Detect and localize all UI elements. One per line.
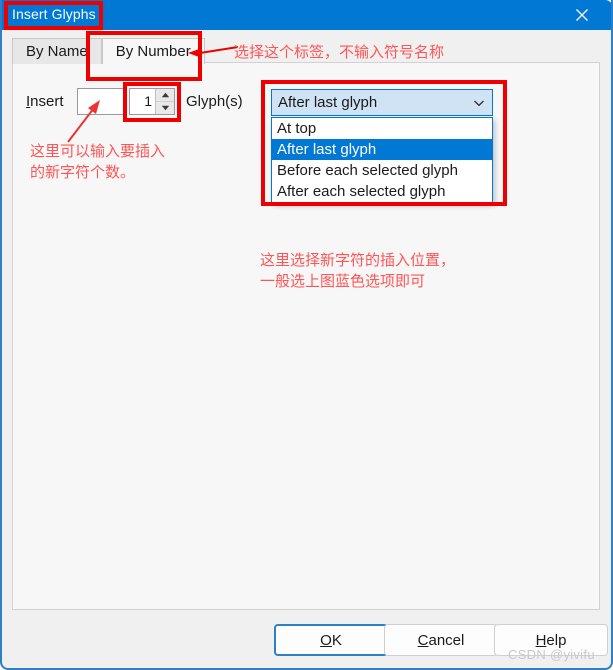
dropdown-option-after-each-selected-glyph[interactable]: After each selected glyph	[272, 181, 492, 202]
annotation-text-tab: 选择这个标签，不输入符号名称	[234, 43, 445, 61]
glyph-count-stepper[interactable]: 1	[129, 88, 175, 115]
combobox-selected-value: After last glyph	[278, 94, 378, 111]
cancel-button-rest: ancel	[428, 631, 465, 649]
insert-position-dropdown-list[interactable]: At top After last glyph Before each sele…	[271, 117, 493, 203]
window-title: Insert Glyphs	[12, 6, 96, 22]
help-button-accel: H	[535, 631, 547, 649]
stepper-down-button[interactable]	[156, 102, 174, 114]
insert-position-combobox[interactable]: After last glyph	[271, 89, 493, 116]
ok-button[interactable]: OK	[274, 624, 388, 656]
insert-glyphs-dialog: Insert Glyphs By Name By Number Insert 1	[0, 0, 613, 670]
dialog-footer: OK Cancel Help	[2, 612, 611, 666]
ok-button-accel: O	[320, 631, 332, 649]
help-button-rest: elp	[546, 631, 567, 649]
insert-label: Insert	[26, 93, 64, 110]
stepper-up-button[interactable]	[156, 89, 174, 102]
tab-strip: By Name By Number	[12, 36, 205, 64]
tab-by-name[interactable]: By Name	[12, 38, 102, 64]
glyph-name-input[interactable]	[77, 88, 126, 115]
insert-label-rest: nsert	[30, 93, 64, 110]
dropdown-option-before-each-selected-glyph[interactable]: Before each selected glyph	[272, 160, 492, 181]
triangle-down-icon	[161, 105, 170, 111]
triangle-up-icon	[161, 92, 170, 98]
dropdown-option-after-last-glyph[interactable]: After last glyph	[272, 139, 492, 160]
glyph-count-value: 1	[144, 93, 152, 109]
help-button[interactable]: Help	[494, 624, 608, 656]
glyphs-label: Glyph(s)	[186, 93, 243, 110]
title-bar: Insert Glyphs	[2, 0, 611, 30]
dropdown-option-at-top[interactable]: At top	[272, 118, 492, 139]
close-icon	[575, 8, 589, 22]
chevron-down-icon	[466, 99, 492, 107]
ok-button-rest: K	[331, 631, 342, 649]
cancel-button-accel: C	[417, 631, 429, 649]
stepper-buttons	[155, 89, 174, 114]
cancel-button[interactable]: Cancel	[384, 624, 498, 656]
close-button[interactable]	[559, 0, 605, 30]
tab-by-number[interactable]: By Number	[101, 38, 205, 64]
